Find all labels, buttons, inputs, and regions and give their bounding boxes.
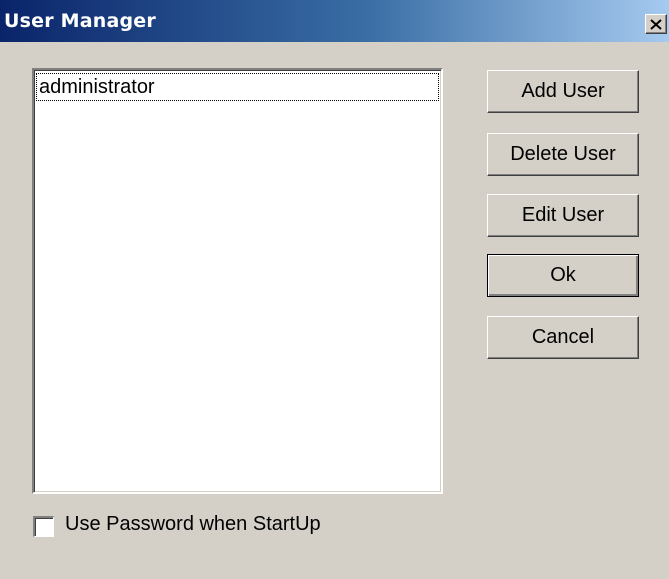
- edit-user-button[interactable]: Edit User: [487, 194, 639, 237]
- list-item[interactable]: administrator: [36, 73, 439, 101]
- use-password-checkbox[interactable]: [33, 516, 54, 537]
- add-user-button[interactable]: Add User: [487, 70, 639, 113]
- ok-button[interactable]: Ok: [487, 254, 639, 297]
- user-list[interactable]: administrator: [32, 68, 443, 494]
- use-password-label: Use Password when StartUp: [65, 513, 321, 535]
- cancel-button[interactable]: Cancel: [487, 316, 639, 359]
- close-icon: [650, 18, 662, 30]
- delete-user-button[interactable]: Delete User: [487, 133, 639, 176]
- window-title: User Manager: [4, 10, 156, 32]
- title-bar: User Manager: [0, 0, 669, 42]
- close-button[interactable]: [645, 14, 667, 34]
